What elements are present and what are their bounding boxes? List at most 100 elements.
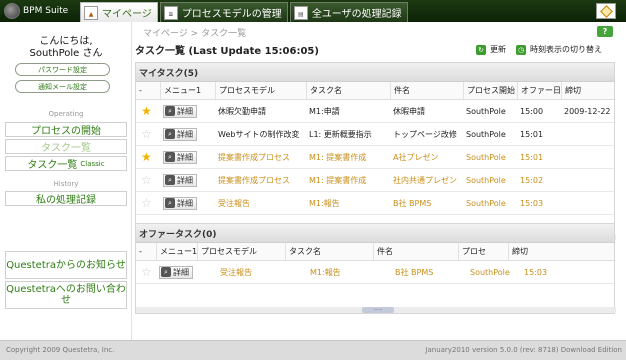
table-row[interactable]: ★ ⌕ 詳細 休暇欠勤申請 M1:申請 休暇申請 SouthPole 15:00 2009-12… xyxy=(136,100,614,123)
process-model-cell[interactable]: 休暇欠勤申請 xyxy=(215,100,306,122)
column-header[interactable]: プロセスモデル xyxy=(197,243,285,260)
detail-label: 詳細 xyxy=(177,175,193,185)
column-header[interactable]: 件名 xyxy=(390,82,463,99)
help-button[interactable]: ? xyxy=(597,26,613,37)
task-list-classic-button[interactable]: タスク一覧 Classic xyxy=(5,156,127,171)
task-name-cell[interactable]: M1: 提案書作成 xyxy=(306,146,390,168)
greeting-user: SouthPole さん xyxy=(29,48,103,59)
copyright: Copyright 2009 Questetra, Inc. xyxy=(6,346,115,354)
detail-button[interactable]: ⌕ 詳細 xyxy=(163,127,197,141)
footer: Copyright 2009 Questetra, Inc. January20… xyxy=(0,340,626,360)
subject-cell[interactable]: トップページ改修 xyxy=(390,123,463,145)
column-header[interactable]: メニュー1 xyxy=(160,82,215,99)
menu-cell: ⌕ 詳細 xyxy=(160,100,215,122)
favorite-star-icon[interactable]: ☆ xyxy=(141,196,152,210)
favorite-cell: ☆ xyxy=(136,169,160,191)
refresh-button[interactable]: ↻ 更新 xyxy=(476,44,506,55)
column-header[interactable]: - xyxy=(136,243,156,260)
process-model-cell[interactable]: Webサイトの制作改変 xyxy=(215,123,306,145)
detail-button[interactable]: ⌕ 詳細 xyxy=(163,196,197,210)
table-row[interactable]: ☆ ⌕ 詳細 受注報告 M1:報告 B社 BPMS SouthPole 15:03 xyxy=(136,192,614,215)
process-model-cell[interactable]: 提案書作成プロセス xyxy=(215,146,306,168)
start-process-button[interactable]: プロセスの開始 xyxy=(5,122,127,137)
deadline-cell xyxy=(561,146,616,168)
tab-process-model[interactable]: ≡ プロセスモデルの管理 xyxy=(159,2,288,22)
magnifier-icon: ⌕ xyxy=(161,267,171,277)
column-header[interactable]: タスク名 xyxy=(306,82,390,99)
magnifier-icon: ⌕ xyxy=(165,198,175,208)
favorite-star-icon[interactable]: ☆ xyxy=(141,173,152,187)
column-header[interactable]: プロセス開始 xyxy=(463,82,517,99)
deadline-cell xyxy=(561,169,616,191)
detail-label: 詳細 xyxy=(173,267,189,277)
column-header[interactable]: タスク名 xyxy=(285,243,373,260)
main-content: マイページ > タスク一覧 ? タスク一覧 (Last Update 15:06… xyxy=(133,22,626,340)
column-header[interactable]: プロセ xyxy=(458,243,508,260)
magnifier-icon: ⌕ xyxy=(165,129,175,139)
tab-label: プロセスモデルの管理 xyxy=(181,9,282,20)
offer-time-cell: 15:01 xyxy=(520,129,544,139)
time-display-toggle[interactable]: ◷ 時刻表示の切り替え xyxy=(516,44,602,55)
questetra-logo-icon xyxy=(4,3,20,19)
detail-button[interactable]: ⌕ 詳細 xyxy=(163,150,197,164)
subject-cell[interactable]: B社 BPMS xyxy=(392,261,467,283)
favorite-cell: ★ xyxy=(136,146,160,168)
subject-cell[interactable]: A社プレゼン xyxy=(390,146,463,168)
refresh-icon: ↻ xyxy=(476,44,486,55)
app-logo-text: BPM Suite xyxy=(23,6,69,16)
app-logo[interactable]: BPM Suite xyxy=(4,3,68,19)
tab-label: マイページ xyxy=(102,9,152,20)
mypage-icon: ▲ xyxy=(84,5,98,20)
offer-tasks-title: オファータスク(0) xyxy=(136,224,614,243)
table-header: - メニュー1 プロセスモデル タスク名 件名 プロセス開始 オファー日時 締切 xyxy=(136,82,614,100)
process-model-cell[interactable]: 受注報告 xyxy=(215,192,306,214)
task-name-cell[interactable]: L1: 更新概要指示 xyxy=(306,123,390,145)
favorite-cell: ★ xyxy=(136,100,160,122)
subject-cell[interactable]: 休暇申請 xyxy=(390,100,463,122)
my-records-button[interactable]: 私の処理記録 xyxy=(5,191,127,206)
column-header[interactable]: 件名 xyxy=(373,243,458,260)
column-header[interactable]: 締切 xyxy=(508,243,568,260)
resize-grip[interactable]: ..... xyxy=(136,306,616,313)
table-row[interactable]: ☆ ⌕ 詳細 受注報告 M1:報告 B社 BPMS SouthPole 15:03 xyxy=(136,261,614,284)
favorite-star-icon[interactable]: ☆ xyxy=(141,127,152,141)
subject-cell[interactable]: 社内共通プレゼン xyxy=(390,169,463,191)
favorite-star-icon[interactable]: ☆ xyxy=(141,265,152,279)
questetra-news-button[interactable]: Questetraからのお知らせ xyxy=(5,251,127,279)
column-header[interactable]: メニュー1 xyxy=(156,243,197,260)
table-row[interactable]: ★ ⌕ 詳細 提案書作成プロセス M1: 提案書作成 A社プレゼン SouthPole 15:… xyxy=(136,146,614,169)
detail-button[interactable]: ⌕ 詳細 xyxy=(163,104,197,118)
questetra-contact-button[interactable]: Questetraへのお問い合わせ xyxy=(5,281,127,309)
table-row[interactable]: ☆ ⌕ 詳細 提案書作成プロセス M1: 提案書作成 社内共通プレゼン SouthPole 1… xyxy=(136,169,614,192)
offer-tasks-panel: オファータスク(0) - メニュー1 プロセスモデル タスク名 件名 プロセ 締… xyxy=(135,223,616,314)
time-display-label: 時刻表示の切り替え xyxy=(530,45,602,54)
favorite-star-icon[interactable]: ★ xyxy=(141,150,152,164)
detail-button[interactable]: ⌕ 詳細 xyxy=(163,173,197,187)
process-model-cell[interactable]: 受注報告 xyxy=(217,261,307,283)
column-header[interactable]: オファー日時 xyxy=(517,82,561,99)
column-header[interactable]: プロセスモデル xyxy=(215,82,306,99)
tab-mypage[interactable]: ▲ マイページ xyxy=(80,2,158,22)
starter-cell: SouthPole xyxy=(466,198,506,208)
process-model-cell[interactable]: 提案書作成プロセス xyxy=(215,169,306,191)
task-name-cell[interactable]: M1:申請 xyxy=(306,100,390,122)
favorite-star-icon[interactable]: ★ xyxy=(141,104,152,118)
edit-button[interactable] xyxy=(596,3,616,19)
tab-all-records[interactable]: ▤ 全ユーザの処理記録 xyxy=(289,2,408,22)
version-info: January2010 version 5.0.0 (rev: 8718) Do… xyxy=(425,346,622,354)
breadcrumb: マイページ > タスク一覧 xyxy=(143,28,247,39)
table-row[interactable]: ☆ ⌕ 詳細 Webサイトの制作改変 L1: 更新概要指示 トップページ改修 SouthPo… xyxy=(136,123,614,146)
subject-cell[interactable]: B社 BPMS xyxy=(390,192,463,214)
detail-label: 詳細 xyxy=(177,106,193,116)
detail-button[interactable]: ⌕ 詳細 xyxy=(159,265,193,279)
email-settings-button[interactable]: 通知メール設定 xyxy=(15,80,110,93)
password-settings-button[interactable]: パスワード設定 xyxy=(15,63,110,76)
task-name-cell[interactable]: M1: 提案書作成 xyxy=(306,169,390,191)
task-name-cell[interactable]: M1:報告 xyxy=(307,261,392,283)
task-list-button[interactable]: タスク一覧 xyxy=(5,139,127,154)
top-bar: BPM Suite ▲ マイページ ≡ プロセスモデルの管理 ▤ 全ユーザの処理… xyxy=(0,0,626,22)
column-header[interactable]: - xyxy=(136,82,160,99)
column-header[interactable]: 締切 xyxy=(561,82,616,99)
task-name-cell[interactable]: M1:報告 xyxy=(306,192,390,214)
clock-icon: ◷ xyxy=(516,44,526,55)
